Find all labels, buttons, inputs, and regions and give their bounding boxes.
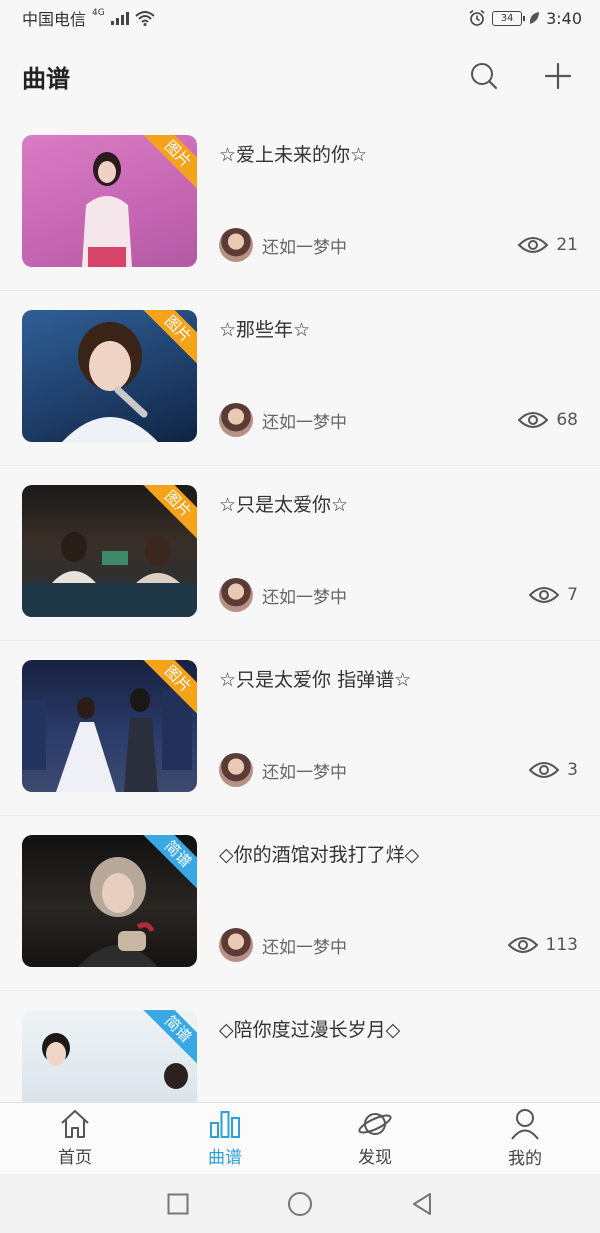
nav-item-home[interactable]: 首页 [0,1103,150,1174]
recent-apps-button[interactable] [160,1186,196,1222]
card-body: ☆只是太爱你 指弹谱☆ 还如一梦中 3 [219,660,578,815]
home-icon [61,1110,89,1138]
nav-item-me[interactable]: 我的 [450,1103,600,1174]
song-thumbnail[interactable]: 图片 [22,660,197,792]
card-meta: 还如一梦中 21 [219,227,578,263]
eye-icon [518,412,549,428]
song-thumbnail[interactable]: 简谱 [22,1010,197,1102]
song-thumbnail[interactable]: 图片 [22,485,197,617]
song-card[interactable]: 图片 ☆只是太爱你☆ 还如一梦中 7 [0,466,600,641]
view-count-value: 68 [556,410,578,430]
card-meta: 还如一梦中 68 [219,402,578,438]
view-count: 7 [529,585,578,605]
clock: 3:40 [546,8,582,28]
author-name[interactable]: 还如一梦中 [262,233,518,258]
status-left: 中国电信 4G [22,6,155,30]
bottom-nav: 首页 曲谱 发现 我的 [0,1102,600,1174]
author-name[interactable]: 还如一梦中 [262,408,518,433]
view-count: 21 [518,235,578,255]
search-button[interactable] [464,56,504,96]
card-body: ◇你的酒馆对我打了烊◇ 还如一梦中 113 [219,835,578,990]
card-body: ☆那些年☆ 还如一梦中 68 [219,310,578,465]
square-icon [167,1193,189,1214]
song-title[interactable]: ☆爱上未来的你☆ [219,140,578,167]
song-card[interactable]: 图片 ☆只是太爱你 指弹谱☆ 还如一梦中 3 [0,641,600,816]
card-body: ☆只是太爱你☆ 还如一梦中 7 [219,485,578,640]
circle-icon [288,1191,312,1216]
search-icon [471,63,498,90]
planet-icon [358,1113,392,1135]
signal-icon [110,11,129,25]
person-icon [511,1109,539,1140]
song-thumbnail[interactable]: 图片 [22,310,197,442]
view-count-value: 7 [567,585,578,605]
view-count: 113 [507,935,578,955]
network-type: 4G [92,8,105,18]
song-feed[interactable]: 图片 ☆爱上未来的你☆ 还如一梦中 21 图片 ☆那些年☆ 还如一梦中 68 图… [0,116,600,1102]
view-count: 3 [529,760,578,780]
system-nav-bar [0,1174,600,1233]
eye-icon [529,762,560,778]
plus-icon [545,63,571,89]
home-system-button[interactable] [282,1186,318,1222]
song-thumbnail[interactable]: 图片 [22,135,197,267]
eye-icon [518,237,549,253]
card-meta: 还如一梦中 7 [219,577,578,613]
nav-label: 我的 [508,1149,542,1169]
nav-item-discover[interactable]: 发现 [300,1103,450,1174]
song-title[interactable]: ◇陪你度过漫长岁月◇ [219,1015,578,1042]
app-header: 曲谱 [0,36,600,116]
view-count: 68 [518,410,578,430]
eye-icon [529,587,560,603]
status-right: 34 3:40 [468,9,582,28]
song-card[interactable]: 图片 ☆那些年☆ 还如一梦中 68 [0,291,600,466]
view-count-value: 21 [556,235,578,255]
battery-icon: 34 [492,10,526,26]
nav-label: 首页 [58,1148,92,1168]
nav-label: 发现 [358,1148,392,1168]
chart-bars-icon [210,1111,240,1138]
author-name[interactable]: 还如一梦中 [262,933,508,958]
song-thumbnail[interactable]: 简谱 [22,835,197,967]
song-card[interactable]: 简谱 ◇陪你度过漫长岁月◇ [0,991,600,1102]
avatar[interactable] [219,928,253,962]
nav-label: 曲谱 [208,1148,242,1168]
eye-icon [507,937,538,953]
song-title[interactable]: ☆只是太爱你☆ [219,490,578,517]
avatar[interactable] [219,403,253,437]
avatar[interactable] [219,578,253,612]
song-card[interactable]: 图片 ☆爱上未来的你☆ 还如一梦中 21 [0,116,600,291]
card-meta: 还如一梦中 113 [219,927,578,963]
back-button[interactable] [404,1186,440,1222]
song-title[interactable]: ☆只是太爱你 指弹谱☆ [219,665,578,692]
add-button[interactable] [538,56,578,96]
avatar[interactable] [219,228,253,262]
alarm-icon [469,9,485,26]
page-title: 曲谱 [22,64,70,93]
card-meta: 还如一梦中 3 [219,752,578,788]
back-triangle-icon [413,1192,431,1215]
avatar[interactable] [219,753,253,787]
author-name[interactable]: 还如一梦中 [262,758,529,783]
carrier-label: 中国电信 [22,10,87,29]
leaf-icon [529,12,540,24]
song-title[interactable]: ◇你的酒馆对我打了烊◇ [219,840,578,867]
card-body: ◇陪你度过漫长岁月◇ [219,1010,578,1102]
card-body: ☆爱上未来的你☆ 还如一梦中 21 [219,135,578,290]
status-bar: 中国电信 4G 34 3:40 [0,0,600,36]
battery-level: 34 [500,12,514,24]
view-count-value: 113 [545,935,578,955]
song-title[interactable]: ☆那些年☆ [219,315,578,342]
view-count-value: 3 [567,760,578,780]
wifi-icon [135,11,155,26]
nav-item-sheet-music[interactable]: 曲谱 [150,1103,300,1174]
author-name[interactable]: 还如一梦中 [262,583,529,608]
song-card[interactable]: 简谱 ◇你的酒馆对我打了烊◇ 还如一梦中 113 [0,816,600,991]
